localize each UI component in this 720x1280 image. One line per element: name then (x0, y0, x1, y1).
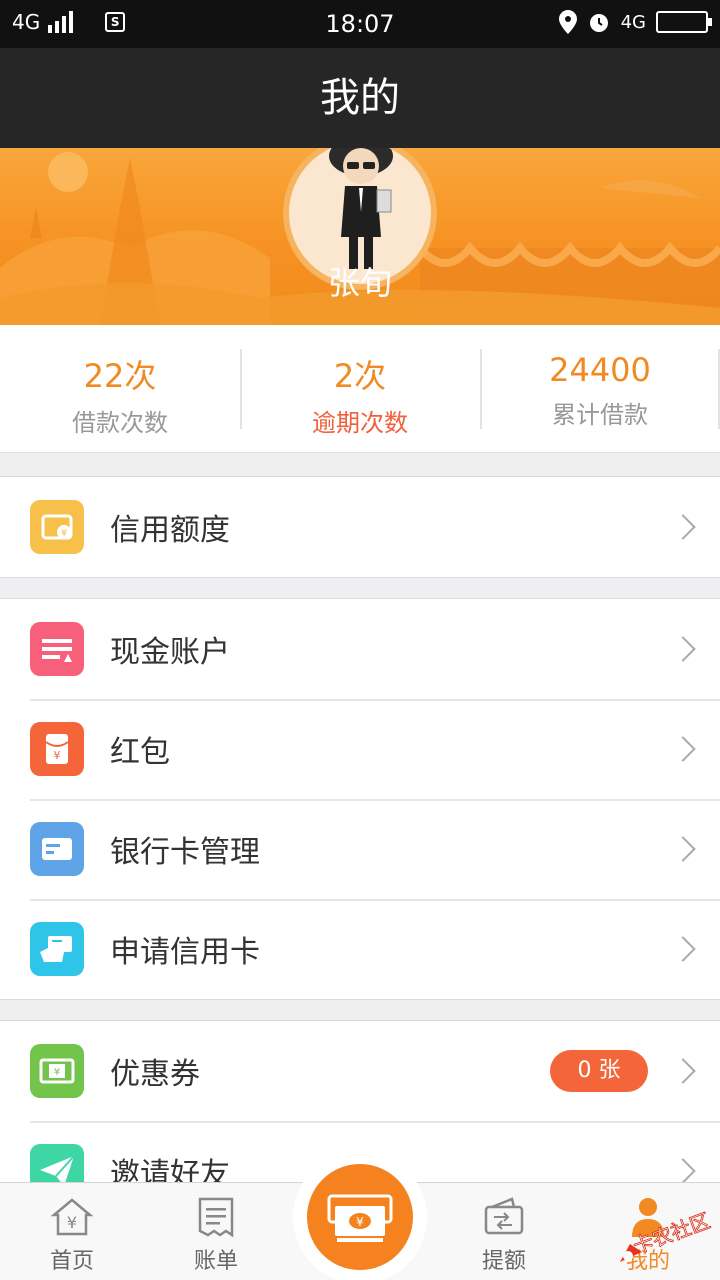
chevron-right-icon (670, 1158, 696, 1184)
menu-item-apply-credit-card[interactable]: 申请信用卡 (0, 899, 720, 999)
chevron-right-icon (670, 636, 696, 662)
watermark-logo: 卡农社区 (620, 1208, 714, 1262)
stat-value: 24400 (549, 351, 651, 389)
apply-credit-card-icon (30, 922, 84, 976)
svg-text:¥: ¥ (356, 1215, 364, 1229)
username: 张旬 (327, 264, 392, 302)
chevron-right-icon (670, 736, 696, 762)
cash-icon: ¥ (327, 1194, 393, 1242)
chevron-right-icon (670, 514, 696, 540)
stat-value: 22次 (83, 357, 157, 395)
menu-item-red-packet[interactable]: ¥ 红包 (0, 699, 720, 799)
menu-item-label: 信用额度 (110, 513, 230, 548)
tab-label: 首页 (49, 1249, 94, 1274)
chevron-right-icon (670, 936, 696, 962)
menu-item-label: 现金账户 (110, 635, 230, 670)
tab-home[interactable]: ¥ 首页 (0, 1183, 144, 1280)
battery-icon (656, 11, 712, 33)
borrow-money-button[interactable]: ¥ (293, 1150, 427, 1280)
stat-loan-count[interactable]: 22次 借款次数 (0, 325, 240, 452)
loan-stats: 22次 借款次数 2次 逾期次数 24400 累计借款 (0, 325, 720, 453)
svg-text:¥: ¥ (61, 528, 67, 539)
status-bar: 4G S 18:07 4G (0, 0, 720, 48)
chevron-right-icon (670, 836, 696, 862)
wallet-icon (484, 1197, 524, 1235)
cash-account-icon (30, 622, 84, 676)
svg-text:卡农社区: 卡农社区 (630, 1208, 713, 1258)
location-icon (558, 10, 577, 34)
red-packet-icon: ¥ (30, 722, 84, 776)
menu-item-label: 优惠券 (110, 1057, 200, 1092)
bank-card-icon (30, 822, 84, 876)
menu-item-credit-limit[interactable]: ¥ 信用额度 (0, 477, 720, 577)
bill-icon (198, 1197, 234, 1238)
menu-item-label: 申请信用卡 (110, 935, 260, 970)
menu-item-label: 银行卡管理 (110, 835, 260, 870)
stat-total-borrowed[interactable]: 24400 累计借款 (480, 325, 720, 452)
tab-label: 账单 (193, 1249, 238, 1274)
menu-item-coupons[interactable]: ¥ 优惠券 0 张 (0, 1021, 720, 1121)
svg-text:¥: ¥ (54, 1067, 60, 1078)
network-type-right: 4G (620, 11, 646, 33)
coupon-count-badge: 0 张 (550, 1050, 648, 1092)
home-icon: ¥ (50, 1198, 94, 1236)
coupon-icon: ¥ (30, 1044, 84, 1098)
menu-item-bank-card[interactable]: 银行卡管理 (0, 799, 720, 899)
menu-group-credit: ¥ 信用额度 (0, 476, 720, 578)
stat-value: 2次 (333, 357, 387, 395)
stat-overdue-count[interactable]: 2次 逾期次数 (240, 325, 480, 452)
stat-label: 借款次数 (72, 409, 168, 437)
stat-label: 逾期次数 (312, 409, 408, 437)
page-title: 我的 (0, 48, 720, 148)
tab-withdraw[interactable]: 提额 (432, 1183, 576, 1280)
svg-text:¥: ¥ (54, 749, 61, 762)
alarm-icon (589, 14, 608, 32)
tab-label: 提额 (481, 1249, 526, 1274)
stat-label: 累计借款 (552, 401, 648, 429)
menu-group-account: 现金账户 ¥ 红包 银行卡管理 申请信用卡 (0, 598, 720, 1000)
chevron-right-icon (670, 1058, 696, 1084)
menu-item-label: 红包 (110, 735, 170, 770)
tab-bill[interactable]: 账单 (144, 1183, 288, 1280)
menu-item-cash-account[interactable]: 现金账户 (0, 599, 720, 699)
credit-limit-icon: ¥ (30, 500, 84, 554)
svg-text:¥: ¥ (67, 1213, 77, 1232)
